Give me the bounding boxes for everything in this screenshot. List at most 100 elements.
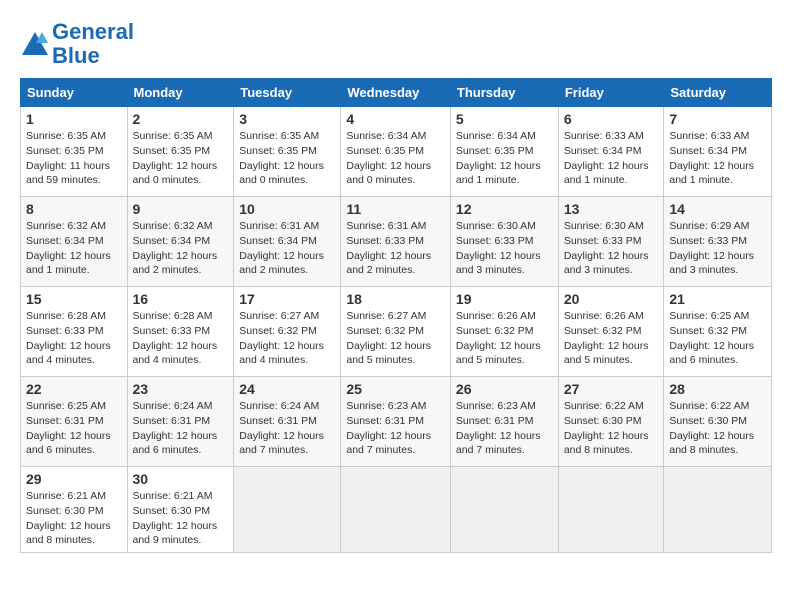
calendar-cell: 22 Sunrise: 6:25 AMSunset: 6:31 PMDayligh…: [21, 377, 128, 467]
calendar-cell: [664, 467, 772, 553]
week-row-1: 1Sunrise: 6:35 AMSunset: 6:35 PMDaylight…: [21, 107, 772, 197]
calendar-cell: 8Sunrise: 6:32 AMSunset: 6:34 PMDaylight…: [21, 197, 128, 287]
day-number: 9: [133, 201, 229, 217]
day-detail: Sunrise: 6:32 AMSunset: 6:34 PMDaylight:…: [26, 219, 122, 278]
day-number: 30: [133, 471, 229, 487]
day-number: 18: [346, 291, 445, 307]
day-number: 14: [669, 201, 766, 217]
day-detail: Sunrise: 6:34 AMSunset: 6:35 PMDaylight:…: [346, 129, 445, 188]
calendar-cell: 7 Sunrise: 6:33 AMSunset: 6:34 PMDaylight…: [664, 107, 772, 197]
day-detail: Sunrise: 6:21 AMSunset: 6:30 PMDaylight:…: [133, 489, 229, 548]
calendar-cell: 21Sunrise: 6:25 AMSunset: 6:32 PMDayligh…: [664, 287, 772, 377]
day-detail: Sunrise: 6:22 AMSunset: 6:30 PMDaylight:…: [564, 399, 659, 458]
calendar-cell: 29 Sunrise: 6:21 AMSunset: 6:30 PMDayligh…: [21, 467, 128, 553]
calendar-cell: 10 Sunrise: 6:31 AMSunset: 6:34 PMDayligh…: [234, 197, 341, 287]
day-number: 10: [239, 201, 335, 217]
day-number: 25: [346, 381, 445, 397]
day-header-friday: Friday: [558, 79, 664, 107]
calendar-cell: 28 Sunrise: 6:22 AMSunset: 6:30 PMDayligh…: [664, 377, 772, 467]
day-number: 7: [669, 111, 766, 127]
day-header-tuesday: Tuesday: [234, 79, 341, 107]
calendar-cell: 3 Sunrise: 6:35 AMSunset: 6:35 PMDaylight…: [234, 107, 341, 197]
day-detail: Sunrise: 6:28 AMSunset: 6:33 PMDaylight:…: [26, 309, 122, 368]
day-number: 27: [564, 381, 659, 397]
calendar-cell: 4 Sunrise: 6:34 AMSunset: 6:35 PMDaylight…: [341, 107, 451, 197]
day-number: 23: [133, 381, 229, 397]
day-header-wednesday: Wednesday: [341, 79, 451, 107]
calendar-cell: 24 Sunrise: 6:24 AMSunset: 6:31 PMDayligh…: [234, 377, 341, 467]
calendar-cell: 19Sunrise: 6:26 AMSunset: 6:32 PMDayligh…: [450, 287, 558, 377]
calendar-cell: 20 Sunrise: 6:26 AMSunset: 6:32 PMDayligh…: [558, 287, 664, 377]
calendar-cell: 15 Sunrise: 6:28 AMSunset: 6:33 PMDayligh…: [21, 287, 128, 377]
calendar-cell: 17 Sunrise: 6:27 AMSunset: 6:32 PMDayligh…: [234, 287, 341, 377]
day-number: 20: [564, 291, 659, 307]
day-number: 26: [456, 381, 553, 397]
logo-icon: [20, 29, 50, 59]
day-detail: Sunrise: 6:27 AMSunset: 6:32 PMDaylight:…: [239, 309, 335, 368]
calendar-cell: 6 Sunrise: 6:33 AMSunset: 6:34 PMDaylight…: [558, 107, 664, 197]
day-detail: Sunrise: 6:28 AMSunset: 6:33 PMDaylight:…: [133, 309, 229, 368]
calendar-cell: 11 Sunrise: 6:31 AMSunset: 6:33 PMDayligh…: [341, 197, 451, 287]
day-detail: Sunrise: 6:21 AMSunset: 6:30 PMDaylight:…: [26, 489, 122, 548]
calendar-cell: 14 Sunrise: 6:29 AMSunset: 6:33 PMDayligh…: [664, 197, 772, 287]
logo-text-general: General: [52, 20, 134, 44]
day-number: 5: [456, 111, 553, 127]
day-number: 6: [564, 111, 659, 127]
week-row-4: 22 Sunrise: 6:25 AMSunset: 6:31 PMDayligh…: [21, 377, 772, 467]
calendar-cell: 26 Sunrise: 6:23 AMSunset: 6:31 PMDayligh…: [450, 377, 558, 467]
day-number: 15: [26, 291, 122, 307]
calendar-cell: 18 Sunrise: 6:27 AMSunset: 6:32 PMDayligh…: [341, 287, 451, 377]
day-header-saturday: Saturday: [664, 79, 772, 107]
day-number: 29: [26, 471, 122, 487]
day-detail: Sunrise: 6:23 AMSunset: 6:31 PMDaylight:…: [456, 399, 553, 458]
calendar-cell: [558, 467, 664, 553]
day-number: 22: [26, 381, 122, 397]
day-detail: Sunrise: 6:25 AMSunset: 6:32 PMDaylight:…: [669, 309, 766, 368]
day-detail: Sunrise: 6:29 AMSunset: 6:33 PMDaylight:…: [669, 219, 766, 278]
day-detail: Sunrise: 6:33 AMSunset: 6:34 PMDaylight:…: [669, 129, 766, 188]
calendar-cell: 9 Sunrise: 6:32 AMSunset: 6:34 PMDaylight…: [127, 197, 234, 287]
calendar-cell: [341, 467, 451, 553]
day-detail: Sunrise: 6:32 AMSunset: 6:34 PMDaylight:…: [133, 219, 229, 278]
day-detail: Sunrise: 6:34 AMSunset: 6:35 PMDaylight:…: [456, 129, 553, 188]
day-detail: Sunrise: 6:31 AMSunset: 6:33 PMDaylight:…: [346, 219, 445, 278]
day-number: 3: [239, 111, 335, 127]
day-detail: Sunrise: 6:25 AMSunset: 6:31 PMDaylight:…: [26, 399, 122, 458]
day-number: 24: [239, 381, 335, 397]
day-detail: Sunrise: 6:24 AMSunset: 6:31 PMDaylight:…: [239, 399, 335, 458]
day-detail: Sunrise: 6:33 AMSunset: 6:34 PMDaylight:…: [564, 129, 659, 188]
day-detail: Sunrise: 6:31 AMSunset: 6:34 PMDaylight:…: [239, 219, 335, 278]
day-number: 2: [133, 111, 229, 127]
calendar-cell: [450, 467, 558, 553]
day-detail: Sunrise: 6:24 AMSunset: 6:31 PMDaylight:…: [133, 399, 229, 458]
calendar-cell: 16Sunrise: 6:28 AMSunset: 6:33 PMDayligh…: [127, 287, 234, 377]
calendar-cell: 5 Sunrise: 6:34 AMSunset: 6:35 PMDaylight…: [450, 107, 558, 197]
calendar-cell: 2 Sunrise: 6:35 AMSunset: 6:35 PMDaylight…: [127, 107, 234, 197]
logo: General Blue: [20, 20, 134, 68]
calendar-table: SundayMondayTuesdayWednesdayThursdayFrid…: [20, 78, 772, 553]
day-detail: Sunrise: 6:30 AMSunset: 6:33 PMDaylight:…: [456, 219, 553, 278]
logo-text-blue: Blue: [52, 44, 134, 68]
day-detail: Sunrise: 6:35 AMSunset: 6:35 PMDaylight:…: [239, 129, 335, 188]
day-number: 11: [346, 201, 445, 217]
day-detail: Sunrise: 6:22 AMSunset: 6:30 PMDaylight:…: [669, 399, 766, 458]
day-detail: Sunrise: 6:30 AMSunset: 6:33 PMDaylight:…: [564, 219, 659, 278]
day-detail: Sunrise: 6:26 AMSunset: 6:32 PMDaylight:…: [456, 309, 553, 368]
day-detail: Sunrise: 6:27 AMSunset: 6:32 PMDaylight:…: [346, 309, 445, 368]
day-number: 17: [239, 291, 335, 307]
calendar-cell: 1Sunrise: 6:35 AMSunset: 6:35 PMDaylight…: [21, 107, 128, 197]
day-header-sunday: Sunday: [21, 79, 128, 107]
day-header-row: SundayMondayTuesdayWednesdayThursdayFrid…: [21, 79, 772, 107]
day-detail: Sunrise: 6:23 AMSunset: 6:31 PMDaylight:…: [346, 399, 445, 458]
day-number: 13: [564, 201, 659, 217]
day-detail: Sunrise: 6:35 AMSunset: 6:35 PMDaylight:…: [26, 129, 122, 188]
week-row-2: 8Sunrise: 6:32 AMSunset: 6:34 PMDaylight…: [21, 197, 772, 287]
week-row-3: 15 Sunrise: 6:28 AMSunset: 6:33 PMDayligh…: [21, 287, 772, 377]
day-number: 4: [346, 111, 445, 127]
day-detail: Sunrise: 6:35 AMSunset: 6:35 PMDaylight:…: [133, 129, 229, 188]
day-number: 28: [669, 381, 766, 397]
day-header-thursday: Thursday: [450, 79, 558, 107]
calendar-cell: 30 Sunrise: 6:21 AMSunset: 6:30 PMDayligh…: [127, 467, 234, 553]
day-detail: Sunrise: 6:26 AMSunset: 6:32 PMDaylight:…: [564, 309, 659, 368]
week-row-5: 29 Sunrise: 6:21 AMSunset: 6:30 PMDayligh…: [21, 467, 772, 553]
